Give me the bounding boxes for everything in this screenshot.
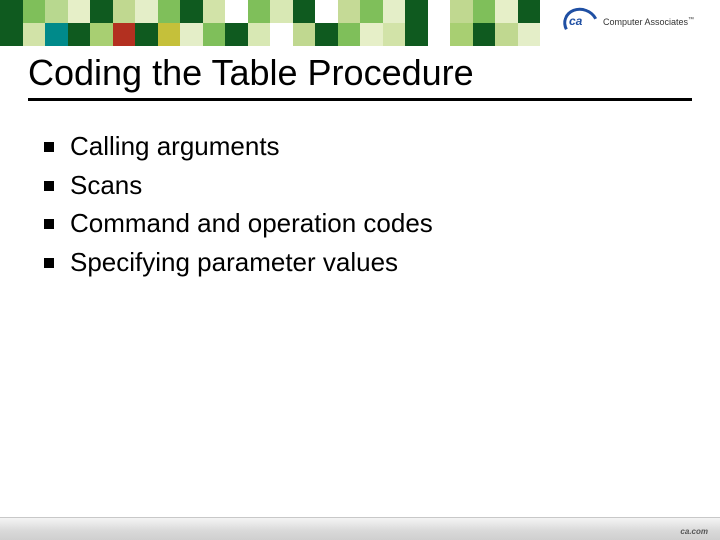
mosaic-tile <box>428 23 451 46</box>
mosaic-tile <box>248 23 271 46</box>
mosaic-tile <box>45 23 68 46</box>
bullet-square-icon <box>44 258 54 268</box>
mosaic-tile <box>405 23 428 46</box>
ca-swirl-icon: ca <box>563 8 597 36</box>
mosaic-tile <box>225 23 248 46</box>
mosaic-tile <box>0 0 23 23</box>
mosaic-tile <box>270 0 293 23</box>
mosaic-tile <box>383 23 406 46</box>
title-underline <box>28 98 692 101</box>
mosaic-tile <box>203 23 226 46</box>
mosaic-tile <box>270 23 293 46</box>
mosaic-tile <box>518 23 541 46</box>
bullet-text: Specifying parameter values <box>70 246 398 279</box>
brand-text: Computer Associates™ <box>603 17 694 27</box>
mosaic-tile <box>315 23 338 46</box>
mosaic-tile <box>23 23 46 46</box>
mosaic-tile <box>90 23 113 46</box>
mosaic-tile <box>180 0 203 23</box>
mosaic-tile <box>450 0 473 23</box>
mosaic-tile <box>45 0 68 23</box>
mosaic-tile <box>698 23 720 46</box>
mosaic-tile <box>90 0 113 23</box>
bullet-item: Specifying parameter values <box>44 246 680 279</box>
mosaic-tile <box>135 0 158 23</box>
bullet-item: Calling arguments <box>44 130 680 163</box>
mosaic-tile <box>158 0 181 23</box>
mosaic-tile <box>518 0 541 23</box>
mosaic-tile <box>293 23 316 46</box>
mosaic-tile <box>473 0 496 23</box>
mosaic-tile <box>338 0 361 23</box>
brand-letters: ca <box>569 14 582 28</box>
mosaic-tile <box>405 0 428 23</box>
mosaic-tile <box>293 0 316 23</box>
mosaic-tile <box>0 23 23 46</box>
bullet-text: Command and operation codes <box>70 207 433 240</box>
mosaic-tile <box>698 0 720 23</box>
bullet-item: Scans <box>44 169 680 202</box>
mosaic-tile <box>158 23 181 46</box>
mosaic-tile <box>225 0 248 23</box>
mosaic-tile <box>203 0 226 23</box>
mosaic-tile <box>248 0 271 23</box>
mosaic-tile <box>180 23 203 46</box>
mosaic-tile <box>360 0 383 23</box>
bullet-square-icon <box>44 142 54 152</box>
bullet-item: Command and operation codes <box>44 207 680 240</box>
mosaic-tile <box>473 23 496 46</box>
bullet-square-icon <box>44 181 54 191</box>
mosaic-tile <box>135 23 158 46</box>
bullet-list: Calling arguments Scans Command and operat… <box>44 130 680 284</box>
mosaic-tile <box>495 23 518 46</box>
mosaic-tile <box>383 0 406 23</box>
footer-brand-text: ca.com <box>680 527 708 536</box>
mosaic-tile <box>495 0 518 23</box>
bullet-text: Scans <box>70 169 142 202</box>
mosaic-tile <box>68 23 91 46</box>
mosaic-tile <box>450 23 473 46</box>
slide-title: Coding the Table Procedure <box>28 52 692 94</box>
mosaic-tile <box>315 0 338 23</box>
mosaic-tile <box>338 23 361 46</box>
bullet-square-icon <box>44 219 54 229</box>
slide: ca Computer Associates™ Coding the Table… <box>0 0 720 540</box>
footer-bar: ca.com <box>0 517 720 540</box>
bullet-text: Calling arguments <box>70 130 280 163</box>
mosaic-tile <box>360 23 383 46</box>
title-block: Coding the Table Procedure <box>28 52 692 101</box>
brand-logo: ca Computer Associates™ <box>559 6 698 38</box>
mosaic-tile <box>23 0 46 23</box>
mosaic-tile <box>113 23 136 46</box>
mosaic-tile <box>428 0 451 23</box>
mosaic-tile <box>68 0 91 23</box>
mosaic-tile <box>113 0 136 23</box>
